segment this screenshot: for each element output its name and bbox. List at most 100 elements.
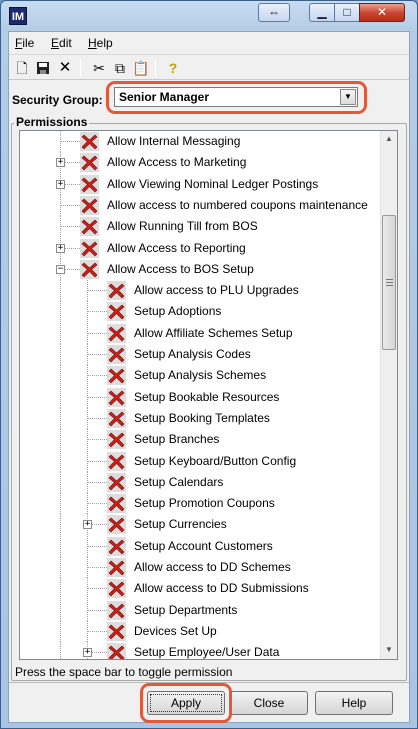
expand-icon[interactable]: + bbox=[56, 243, 65, 253]
permission-label: Setup Employee/User Data bbox=[134, 645, 280, 660]
menu-file[interactable]: File bbox=[15, 36, 34, 50]
tree-row[interactable]: Setup Calendars bbox=[20, 471, 382, 493]
expand-icon[interactable]: + bbox=[83, 520, 92, 530]
deny-permission-icon[interactable] bbox=[80, 217, 99, 237]
deny-permission-icon[interactable] bbox=[107, 281, 126, 301]
title-bar[interactable]: IM ⇔ ▁ □ ✕ bbox=[1, 1, 417, 31]
permission-label: Allow access to PLU Upgrades bbox=[134, 283, 299, 298]
tree-row[interactable]: + Setup Currencies bbox=[20, 514, 382, 536]
tree-row[interactable]: Setup Keyboard/Button Config bbox=[20, 450, 382, 472]
tree-row[interactable]: Allow access to numbered coupons mainten… bbox=[20, 194, 382, 216]
permission-label: Setup Currencies bbox=[134, 517, 227, 532]
tree-line bbox=[60, 535, 61, 557]
menu-help[interactable]: Help bbox=[88, 36, 113, 50]
permission-label: Setup Analysis Codes bbox=[134, 347, 251, 361]
tree-row[interactable]: Setup Analysis Schemes bbox=[20, 365, 382, 387]
scroll-down-icon[interactable]: ▼ bbox=[381, 642, 397, 658]
permissions-tree[interactable]: Allow Internal Messaging + Allow Access to… bbox=[19, 130, 398, 660]
tree-line bbox=[87, 290, 107, 292]
deny-permission-icon[interactable] bbox=[80, 238, 99, 258]
deny-permission-icon[interactable] bbox=[107, 430, 126, 450]
deny-permission-icon[interactable] bbox=[107, 494, 126, 514]
close-button[interactable]: Close bbox=[230, 691, 308, 715]
deny-permission-icon[interactable] bbox=[107, 558, 126, 577]
deny-permission-icon[interactable] bbox=[107, 387, 126, 407]
tree-line bbox=[87, 630, 107, 632]
copy-icon[interactable]: ⧉ bbox=[110, 58, 130, 78]
thumb-grip bbox=[386, 282, 393, 283]
deny-permission-icon[interactable] bbox=[107, 579, 126, 599]
deny-permission-icon[interactable] bbox=[107, 515, 126, 535]
maximize-button[interactable]: □ bbox=[334, 3, 360, 22]
tree-row[interactable]: Setup Account Customers bbox=[20, 535, 382, 557]
new-icon[interactable]: 🗋 bbox=[12, 58, 32, 78]
deny-permission-icon[interactable] bbox=[107, 302, 126, 322]
scroll-up-icon[interactable]: ▲ bbox=[381, 131, 397, 147]
save-icon[interactable] bbox=[33, 58, 53, 78]
tree-row[interactable]: Setup Booking Templates bbox=[20, 407, 382, 429]
tree-line bbox=[60, 578, 61, 600]
tree-row[interactable]: Setup Departments bbox=[20, 599, 382, 621]
tree-row[interactable]: Setup Promotion Coupons bbox=[20, 493, 382, 515]
tree-row[interactable]: + Allow Access to Marketing bbox=[20, 152, 382, 174]
deny-permission-icon[interactable] bbox=[107, 472, 126, 492]
deny-permission-icon[interactable] bbox=[80, 174, 99, 194]
permission-label: Setup Analysis Schemes bbox=[134, 368, 267, 383]
vertical-scrollbar[interactable]: ▲ ▼ bbox=[380, 131, 397, 659]
permissions-title: Permissions bbox=[14, 115, 90, 129]
tree-row[interactable]: + Allow Access to Reporting bbox=[20, 237, 382, 259]
tree-line bbox=[60, 493, 61, 515]
tree-row[interactable]: Allow Running Till from BOS bbox=[20, 216, 382, 238]
deny-permission-icon[interactable] bbox=[107, 621, 126, 641]
deny-permission-icon[interactable] bbox=[80, 259, 99, 279]
deny-permission-icon[interactable] bbox=[107, 366, 126, 386]
delete-icon[interactable]: ✕ bbox=[55, 58, 75, 78]
deny-permission-icon[interactable] bbox=[107, 643, 126, 659]
help-icon[interactable]: ? bbox=[163, 58, 183, 78]
cut-icon[interactable]: ✂ bbox=[89, 58, 109, 78]
permission-label: Allow access to numbered coupons mainten… bbox=[107, 197, 368, 212]
tree-row[interactable]: − Allow Access to BOS Setup bbox=[20, 258, 382, 280]
permission-label: Allow Running Till from BOS bbox=[107, 219, 258, 234]
deny-permission-icon[interactable] bbox=[107, 345, 126, 364]
permission-label: Allow access to DD Submissions bbox=[134, 581, 309, 596]
tree-row[interactable]: Allow access to DD Submissions bbox=[20, 578, 382, 600]
paste-icon[interactable]: 📋 bbox=[131, 58, 151, 78]
expand-icon[interactable]: + bbox=[56, 179, 65, 189]
minimize-button[interactable]: ▁ bbox=[309, 3, 335, 22]
tree-row[interactable]: Allow Internal Messaging bbox=[20, 131, 382, 152]
tree-line bbox=[60, 226, 80, 228]
deny-permission-icon[interactable] bbox=[80, 195, 99, 215]
tree-row[interactable]: Allow access to DD Schemes bbox=[20, 557, 382, 578]
expand-icon[interactable]: + bbox=[56, 158, 65, 168]
tree-row[interactable]: Setup Analysis Codes bbox=[20, 344, 382, 365]
deny-permission-icon[interactable] bbox=[107, 536, 126, 556]
permission-label: Setup Branches bbox=[134, 432, 220, 447]
menu-edit[interactable]: Edit bbox=[51, 36, 72, 50]
restore-window-icon[interactable]: ⇔ bbox=[258, 3, 290, 22]
expand-icon[interactable]: + bbox=[83, 648, 92, 658]
close-window-button[interactable]: ✕ bbox=[359, 3, 405, 22]
tree-row[interactable]: Setup Adoptions bbox=[20, 301, 382, 323]
app-icon: IM bbox=[9, 7, 27, 25]
help-button[interactable]: Help bbox=[315, 691, 393, 715]
tree-line bbox=[87, 439, 107, 441]
deny-permission-icon[interactable] bbox=[107, 600, 126, 620]
tree-line bbox=[87, 609, 107, 611]
tree-row[interactable]: Devices Set Up bbox=[20, 620, 382, 642]
permission-label: Setup Adoptions bbox=[134, 304, 222, 319]
tree-row[interactable]: + Setup Employee/User Data bbox=[20, 642, 382, 660]
tree-row[interactable]: Allow Affiliate Schemes Setup bbox=[20, 322, 382, 344]
deny-permission-icon[interactable] bbox=[80, 132, 99, 151]
deny-permission-icon[interactable] bbox=[107, 323, 126, 343]
deny-permission-icon[interactable] bbox=[80, 153, 99, 173]
permission-label: Allow Affiliate Schemes Setup bbox=[134, 325, 293, 340]
tree-row[interactable]: Allow access to PLU Upgrades bbox=[20, 280, 382, 302]
deny-permission-icon[interactable] bbox=[107, 408, 126, 428]
scrollbar-thumb[interactable] bbox=[382, 215, 396, 350]
collapse-icon[interactable]: − bbox=[56, 264, 65, 274]
deny-permission-icon[interactable] bbox=[107, 451, 126, 471]
tree-row[interactable]: + Allow Viewing Nominal Ledger Postings bbox=[20, 173, 382, 195]
tree-row[interactable]: Setup Branches bbox=[20, 429, 382, 451]
tree-row[interactable]: Setup Bookable Resources bbox=[20, 386, 382, 408]
